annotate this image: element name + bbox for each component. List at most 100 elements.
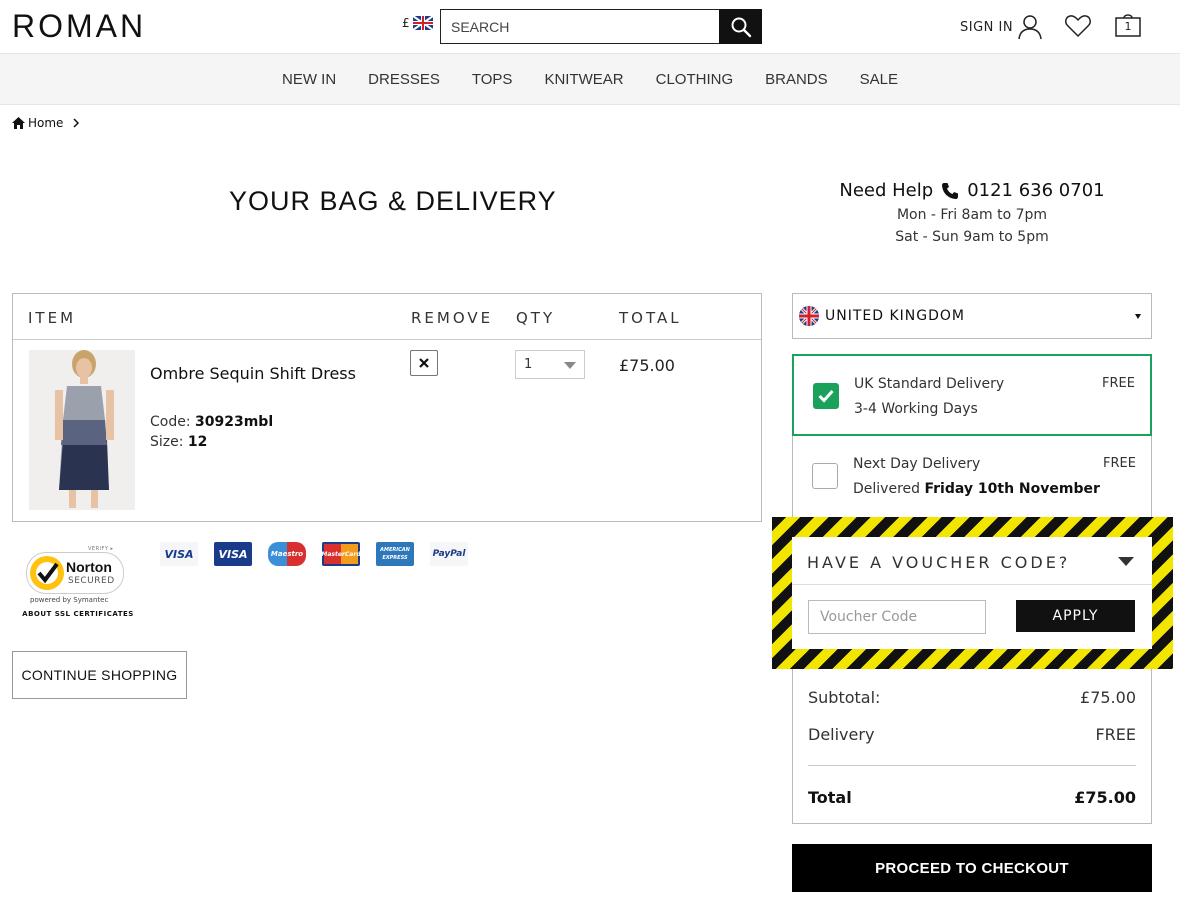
remove-item-button[interactable] bbox=[410, 350, 438, 376]
voucher-panel: HAVE A VOUCHER CODE? APPLY bbox=[792, 537, 1152, 649]
nav-tops[interactable]: TOPS bbox=[456, 71, 529, 88]
norton-badge[interactable]: VERIFY ▸ Norton SECURED powered by Syman… bbox=[22, 546, 134, 618]
summary-divider bbox=[808, 765, 1136, 766]
delivery-next-title: Next Day Delivery bbox=[853, 456, 981, 472]
mastercard-icon: MasterCard bbox=[321, 542, 361, 566]
delivery-standard-title: UK Standard Delivery bbox=[854, 376, 1005, 392]
product-code-value: 30923mbl bbox=[195, 414, 274, 430]
continue-shopping-button[interactable]: CONTINUE SHOPPING bbox=[12, 651, 187, 699]
help-phone[interactable]: 0121 636 0701 bbox=[967, 180, 1104, 201]
search-button[interactable] bbox=[719, 9, 762, 44]
search-icon bbox=[731, 17, 751, 37]
phone-icon bbox=[942, 182, 959, 199]
logo[interactable]: ROMAN bbox=[12, 8, 146, 45]
country-select[interactable]: UNITED KINGDOM bbox=[792, 293, 1152, 339]
voucher-code-input[interactable] bbox=[808, 600, 986, 634]
currency-selector[interactable]: £ bbox=[402, 16, 433, 30]
summary-total-row: Total £75.00 bbox=[808, 788, 1136, 807]
nav-dresses[interactable]: DRESSES bbox=[352, 71, 456, 88]
order-summary: Subtotal: £75.00 Delivery FREE Total £75… bbox=[792, 669, 1152, 824]
total-value: £75.00 bbox=[1074, 788, 1136, 807]
voucher-title: HAVE A VOUCHER CODE? bbox=[807, 553, 1071, 572]
delivery-option-next-day[interactable]: Next Day Delivery Delivered Friday 10th … bbox=[792, 436, 1152, 520]
search-input[interactable] bbox=[440, 9, 720, 44]
home-icon bbox=[12, 117, 25, 129]
bag-button[interactable]: 1 bbox=[1114, 12, 1142, 42]
ssl-certificates-link[interactable]: ABOUT SSL CERTIFICATES bbox=[22, 610, 134, 618]
col-remove: REMOVE bbox=[411, 309, 494, 327]
currency-symbol: £ bbox=[402, 16, 410, 30]
nav-sale[interactable]: SALE bbox=[844, 71, 914, 88]
delivery-value: FREE bbox=[1095, 725, 1136, 744]
norton-brand: Norton bbox=[66, 559, 112, 575]
col-total: TOTAL bbox=[619, 309, 682, 327]
breadcrumb-home[interactable]: Home bbox=[28, 116, 63, 130]
delivery-next-sub: Delivered Friday 10th November bbox=[853, 481, 1100, 497]
uk-flag-icon bbox=[799, 306, 819, 326]
bag-table: ITEM REMOVE QTY TOTAL Ombre Sequin Shift… bbox=[12, 293, 762, 522]
breadcrumb: Home bbox=[12, 116, 82, 130]
product-code-label: Code: bbox=[150, 414, 191, 430]
checkbox-unchecked-icon[interactable] bbox=[812, 463, 838, 489]
product-name[interactable]: Ombre Sequin Shift Dress bbox=[150, 364, 356, 383]
delivery-standard-sub: 3-4 Working Days bbox=[854, 401, 978, 417]
product-size-value: 12 bbox=[187, 434, 208, 450]
chevron-down-icon bbox=[564, 362, 576, 369]
heart-icon bbox=[1065, 15, 1091, 37]
nav-brands[interactable]: BRANDS bbox=[749, 71, 844, 88]
summary-subtotal-row: Subtotal: £75.00 bbox=[808, 688, 1136, 707]
paypal-icon: PayPal bbox=[430, 542, 468, 566]
product-size: Size: 12 bbox=[150, 434, 207, 450]
item-total: £75.00 bbox=[619, 356, 675, 375]
amex-icon: AMERICAN EXPRESS bbox=[376, 542, 414, 566]
country-label: UNITED KINGDOM bbox=[825, 308, 965, 324]
delivery-next-price: FREE bbox=[1103, 456, 1136, 471]
norton-check-icon bbox=[30, 556, 64, 590]
delivery-option-standard[interactable]: UK Standard Delivery 3-4 Working Days FR… bbox=[792, 354, 1152, 436]
product-size-label: Size: bbox=[150, 434, 184, 450]
close-icon bbox=[419, 358, 429, 368]
col-item: ITEM bbox=[28, 309, 77, 327]
help-label: Need Help bbox=[839, 180, 934, 201]
voucher-toggle[interactable]: HAVE A VOUCHER CODE? bbox=[792, 537, 1152, 585]
maestro-icon: Maestro bbox=[268, 542, 306, 566]
bag-count: 1 bbox=[1124, 20, 1132, 33]
delivery-next-date: Friday 10th November bbox=[924, 481, 1100, 497]
subtotal-label: Subtotal: bbox=[808, 688, 881, 707]
sign-in-link[interactable]: SIGN IN bbox=[960, 14, 1043, 40]
checkbox-checked-icon[interactable] bbox=[813, 383, 839, 409]
page-title: YOUR BAG & DELIVERY bbox=[229, 186, 557, 216]
quantity-value: 1 bbox=[524, 357, 533, 372]
product-code: Code: 30923mbl bbox=[150, 414, 273, 430]
chevron-right-icon bbox=[73, 118, 80, 128]
chevron-down-icon bbox=[1135, 314, 1141, 319]
nav-knitwear[interactable]: KNITWEAR bbox=[528, 71, 639, 88]
visa-electron-icon: VISA bbox=[214, 542, 252, 566]
summary-delivery-row: Delivery FREE bbox=[808, 725, 1136, 744]
dress-image bbox=[29, 350, 135, 510]
product-image[interactable] bbox=[29, 350, 135, 510]
delivery-next-sub-prefix: Delivered bbox=[853, 481, 921, 497]
help-hours-weekend: Sat - Sun 9am to 5pm bbox=[895, 229, 1049, 245]
proceed-to-checkout-button[interactable]: PROCEED TO CHECKOUT bbox=[792, 844, 1152, 892]
subtotal-value: £75.00 bbox=[1080, 688, 1136, 707]
main-nav: NEW IN DRESSES TOPS KNITWEAR CLOTHING BR… bbox=[0, 53, 1180, 105]
visa-icon: VISA bbox=[160, 542, 198, 566]
delivery-label: Delivery bbox=[808, 725, 875, 744]
apply-voucher-button[interactable]: APPLY bbox=[1016, 600, 1135, 632]
norton-powered: powered by Symantec bbox=[30, 596, 109, 604]
uk-flag-icon bbox=[412, 16, 433, 30]
quantity-select[interactable]: 1 bbox=[515, 350, 585, 379]
nav-clothing[interactable]: CLOTHING bbox=[640, 71, 750, 88]
total-label: Total bbox=[808, 788, 852, 807]
user-icon bbox=[1018, 15, 1042, 40]
chevron-down-icon bbox=[1118, 557, 1134, 566]
nav-new-in[interactable]: NEW IN bbox=[266, 71, 352, 88]
help-hours-weekday: Mon - Fri 8am to 7pm bbox=[896, 207, 1048, 223]
wishlist-button[interactable] bbox=[1064, 14, 1092, 42]
help-panel: Need Help 0121 636 0701 Mon - Fri 8am to… bbox=[792, 180, 1152, 245]
delivery-standard-price: FREE bbox=[1102, 376, 1135, 391]
norton-secured: SECURED bbox=[68, 576, 115, 586]
payment-methods: VISA VISA Maestro MasterCard AMERICAN EX… bbox=[160, 542, 468, 566]
col-qty: QTY bbox=[516, 309, 556, 327]
